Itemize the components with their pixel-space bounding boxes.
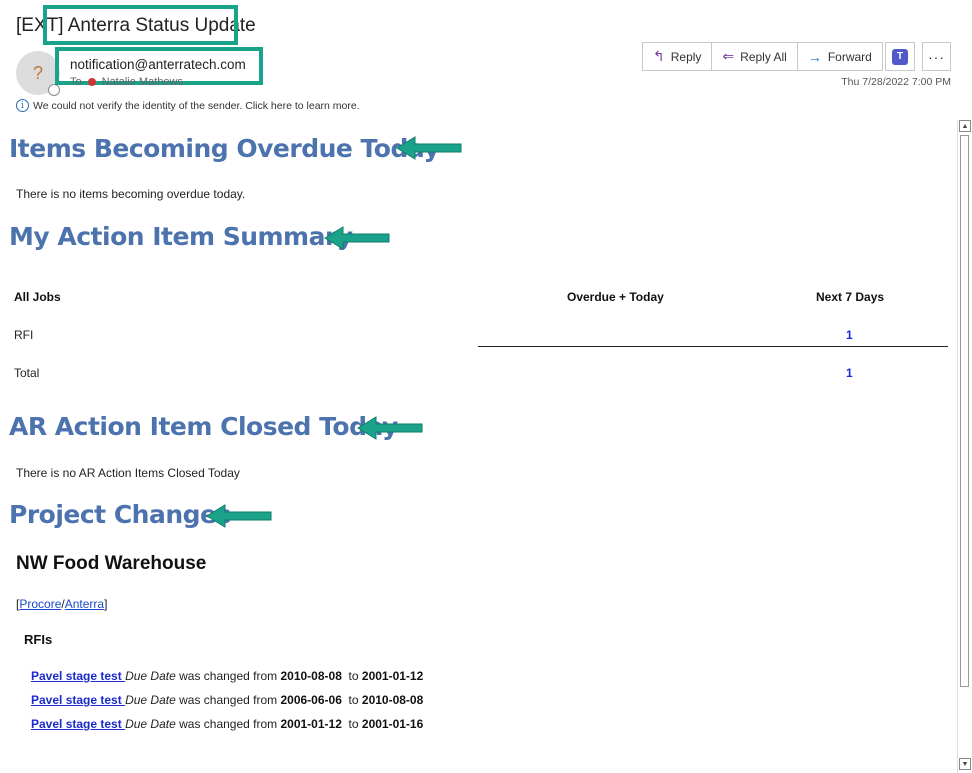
rfis-heading: RFIs [24,632,53,647]
annotation-arrow-icon [357,416,423,440]
security-warning[interactable]: i We could not verify the identity of th… [16,99,360,112]
scroll-down-icon[interactable]: ▼ [959,758,971,770]
reply-all-icon: ⇐ [722,48,735,64]
table-cell-total-next7[interactable]: 1 [846,366,853,380]
ar-heading: AR Action Item Closed Today [9,412,398,441]
table-cell-rfi-next7[interactable]: 1 [846,328,853,342]
rfi-link[interactable]: Pavel stage test [31,669,125,683]
to-text: to [341,717,362,731]
avatar-initial: ? [32,62,43,83]
field-name: Due Date [125,693,176,707]
info-icon: i [16,99,29,112]
new-value: 2001-01-16 [361,717,424,731]
teams-button[interactable]: T [885,42,915,71]
old-value: 2006-06-06 [280,693,342,707]
scrollbar[interactable]: ▲ ▼ [957,120,971,773]
scroll-up-icon[interactable]: ▲ [959,120,971,132]
new-value: 2010-08-08 [361,693,424,707]
field-name: Due Date [125,669,176,683]
rfi-link[interactable]: Pavel stage test [31,717,125,731]
reply-all-button[interactable]: ⇐ Reply All [712,43,798,70]
forward-button[interactable]: → Forward [798,43,882,70]
recipient-status-icon [87,78,96,86]
table-divider [478,346,948,347]
project-changes-heading: Project Changes [9,500,231,529]
procore-link[interactable]: Procore [19,597,61,611]
list-item: Pavel stage test Due Date was changed fr… [31,669,423,683]
old-value: 2001-01-12 [280,717,342,731]
table-row-label-rfi: RFI [14,328,34,342]
anterra-link[interactable]: Anterra [65,597,104,611]
reply-label: Reply [670,49,702,64]
presence-status-icon [48,84,60,96]
table-header-all-jobs: All Jobs [14,290,61,304]
reply-button[interactable]: ↰ Reply [643,43,713,70]
to-text: to [341,669,362,683]
more-options-button[interactable]: ··· [922,42,951,71]
reply-icon: ↰ [653,48,665,64]
message-toolbar: ↰ Reply ⇐ Reply All → Forward [642,42,883,71]
annotation-arrow-icon [206,504,272,528]
project-name: NW Food Warehouse [16,553,207,574]
list-item: Pavel stage test Due Date was changed fr… [31,717,423,731]
teams-icon: T [892,48,908,65]
summary-heading: My Action Item Summary [9,222,353,251]
rfi-link[interactable]: Pavel stage test [31,693,125,707]
message-timestamp: Thu 7/28/2022 7:00 PM [841,76,951,88]
change-text: was changed from [175,693,281,707]
annotation-arrow-icon [396,136,462,160]
table-row-label-total: Total [14,366,40,380]
list-item: Pavel stage test Due Date was changed fr… [31,693,423,707]
scrollbar-thumb[interactable] [960,135,969,687]
old-value: 2010-08-08 [280,669,342,683]
to-label: To [70,76,82,88]
change-text: was changed from [175,669,281,683]
bracket-close: ] [104,597,108,611]
annotation-highlight-subject [43,5,238,45]
forward-label: Forward [827,49,872,64]
annotation-arrow-icon [324,226,390,250]
forward-icon: → [807,48,822,65]
recipient-name[interactable]: Natalie Mathews [102,76,183,88]
project-links: [Procore/Anterra] [16,597,107,611]
table-header-overdue-today: Overdue + Today [567,290,664,304]
ar-text: There is no AR Action Items Closed Today [16,466,240,480]
table-header-next-7-days: Next 7 Days [816,290,885,304]
overdue-heading: Items Becoming Overdue Today [9,134,440,163]
reply-all-label: Reply All [740,49,787,64]
new-value: 2001-01-12 [361,669,424,683]
field-name: Due Date [125,717,176,731]
security-warning-text[interactable]: We could not verify the identity of the … [33,100,360,112]
overdue-text: There is no items becoming overdue today… [16,187,246,201]
to-text: to [341,693,362,707]
change-text: was changed from [175,717,281,731]
recipient-line: To Natalie Mathews [70,76,183,88]
